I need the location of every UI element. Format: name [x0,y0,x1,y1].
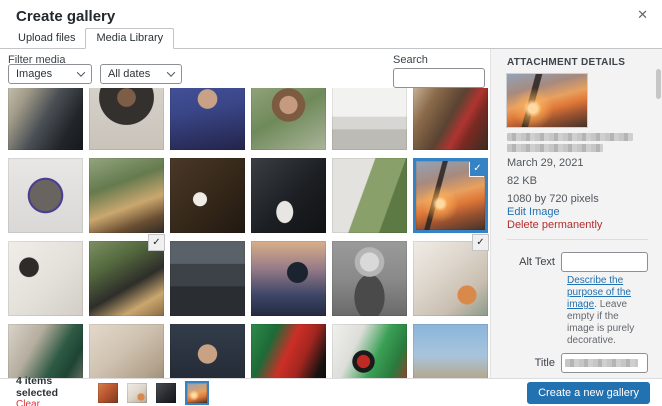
selection-info: 4 items selected Clear [16,375,88,406]
close-icon[interactable]: ✕ [637,7,648,23]
media-type-value: Images [16,68,52,80]
modal-content: Filter media Images All dates Search ✓✓✓ [0,49,662,378]
alt-text-label: Alt Text [507,252,561,272]
search-input[interactable] [393,68,485,88]
media-tile-woman-couch-dog[interactable] [89,324,164,378]
attachment-details-heading: ATTACHMENT DETAILS [507,57,648,68]
media-tile-palm-plant-white-wall[interactable] [332,158,407,233]
modal-title: Create gallery [16,8,115,25]
alt-text-input[interactable] [561,252,648,272]
media-tile-woman-afro-portrait[interactable] [89,88,164,150]
create-gallery-modal: Create gallery ✕ Upload files Media Libr… [0,0,662,406]
media-tile-desk-laptop-window-plants[interactable] [89,158,164,233]
selected-thumb-dark-desk[interactable] [156,383,176,403]
tab-upload-files[interactable]: Upload files [8,29,85,48]
check-icon[interactable]: ✓ [149,235,164,250]
check-icon[interactable]: ✓ [470,161,485,176]
media-tile-get-shit-done-poster[interactable] [8,241,83,316]
selected-thumb-harbor-orange-scene[interactable] [98,383,118,403]
media-tile-bearded-man-avatar-badge[interactable] [8,158,83,233]
media-tile-cathedral-blue-sky[interactable] [413,324,488,378]
redacted-filename-line [507,144,603,152]
check-icon[interactable]: ✓ [473,235,488,250]
media-tabs: Upload files Media Library [0,30,662,49]
edit-image-link[interactable]: Edit Image [507,206,648,219]
tab-media-library[interactable]: Media Library [85,28,174,49]
selected-count-text: 4 items selected [16,375,88,399]
create-gallery-button[interactable]: Create a new gallery [527,382,650,404]
selected-thumb-sunset-window[interactable] [185,381,209,405]
media-tile-dark-desk-white-chair[interactable] [251,158,326,233]
media-tile-open-office-people[interactable] [170,241,245,316]
media-tile-woman-green-sweater-laptop[interactable] [8,324,83,378]
search-label: Search [393,54,485,66]
redacted-filename-line [507,133,633,141]
filter-controls: Images All dates [8,64,182,84]
search-area: Search [393,54,485,88]
media-tile-office-desk-workers[interactable] [8,88,83,150]
redacted-title-value [565,359,638,367]
media-browser: Filter media Images All dates Search ✓✓✓ [0,49,490,378]
attachment-dimensions: 1080 by 720 pixels [507,193,648,206]
modal-header: Create gallery ✕ [0,0,662,30]
sidebar-scrollbar-thumb[interactable] [656,69,661,99]
media-grid-viewport[interactable]: ✓✓✓ [8,88,490,378]
delete-permanently-link[interactable]: Delete permanently [507,219,648,232]
media-tile-woman-curly-hair[interactable] [251,88,326,150]
media-grid: ✓✓✓ [8,88,490,378]
alt-text-help: Describe the purpose of the image. Leave… [567,275,648,347]
attachment-preview-thumbnail [507,74,587,127]
chevron-down-icon [77,68,85,76]
media-tile-man-suit-red-tie[interactable] [170,88,245,150]
media-tile-man-glasses-dark-portrait[interactable] [170,324,245,378]
title-row: Title [507,353,648,373]
media-type-select[interactable]: Images [8,64,92,84]
media-tile-white-room-stools[interactable] [332,88,407,150]
media-tile-woman-tablet-cat-top-view[interactable]: ✓ [413,241,488,316]
modal-footer: 4 items selected Clear Create a new gall… [0,378,662,406]
media-tile-bald-bearded-man-bw[interactable] [332,241,407,316]
attachment-date: March 29, 2021 [507,157,648,170]
media-tile-watch-band-red-green-closeup[interactable] [251,324,326,378]
media-tile-sunset-window-silhouette[interactable]: ✓ [413,158,488,233]
media-tile-apple-watch-red-green-band[interactable] [332,324,407,378]
date-filter-value: All dates [108,68,150,80]
media-tile-man-laptop-dusk-rooftop[interactable] [251,241,326,316]
title-label: Title [507,353,561,373]
attachment-details-panel: ATTACHMENT DETAILS March 29, 2021 82 KB … [490,49,662,378]
alt-text-row: Alt Text [507,252,648,272]
title-input[interactable] [561,353,648,373]
media-tile-desk-two-laptops-plants[interactable]: ✓ [89,241,164,316]
date-filter-select[interactable]: All dates [100,64,182,84]
chevron-down-icon [167,68,175,76]
attachment-file-size: 82 KB [507,175,648,188]
media-tile-person-writing-desk[interactable] [413,88,488,150]
selected-thumb-woman-tablet-cat[interactable] [127,383,147,403]
selected-thumbnails [98,381,209,405]
media-tile-coffee-desk-top-view[interactable] [170,158,245,233]
attachment-fields-form: Alt Text Describe the purpose of the ima… [507,239,648,378]
clear-selection-link[interactable]: Clear [16,399,88,406]
